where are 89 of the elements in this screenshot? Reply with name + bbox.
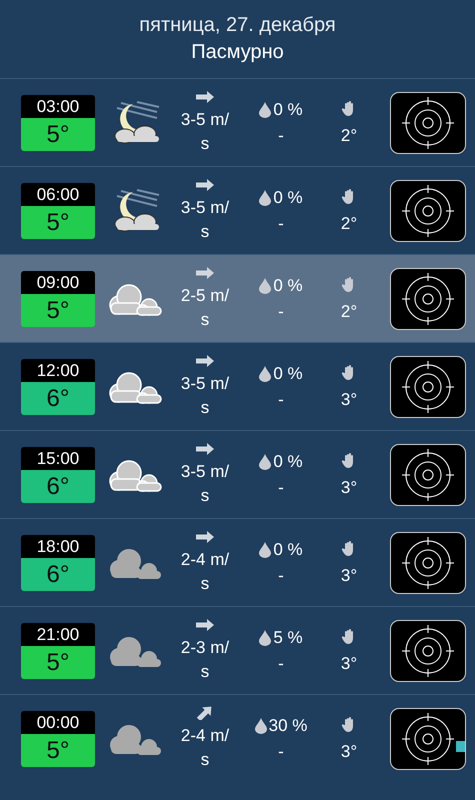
wind-arrow-icon [195,530,215,544]
forecast-row[interactable]: 15:00 6° 3-5 m/s 0 % - 3° [0,430,475,518]
drop-icon [259,366,272,382]
precipitation-amount: - [278,478,284,498]
forecast-row[interactable]: 12:00 6° 3-5 m/s 0 % - 3° [0,342,475,430]
wind-arrow-icon [195,442,215,456]
precipitation-label: 0 % [273,452,303,472]
temperature-label: 5° [21,734,95,766]
feels-like-label: 2° [340,126,358,146]
time-label: 06:00 [21,182,95,206]
drop-icon [259,190,272,206]
forecast-row[interactable]: 03:00 5° 3-5 m/s 0 % - 2° [0,78,475,166]
time-label: 18:00 [21,534,95,558]
forecast-row[interactable]: 21:00 5° 2-3 m/s 5 % - 3° [0,606,475,694]
temperature-label: 6° [21,382,95,414]
radar-button[interactable] [390,268,466,330]
time-label: 09:00 [21,270,95,294]
wind-arrow-icon [195,266,215,280]
hand-icon [342,628,356,644]
time-label: 15:00 [21,446,95,470]
temperature-label: 6° [21,470,95,502]
hand-icon [342,100,356,116]
temperature-label: 6° [21,558,95,590]
feels-like-label: 3° [340,742,358,762]
precipitation-amount: - [278,302,284,322]
hand-icon [342,188,356,204]
radar-button[interactable] [390,444,466,506]
temperature-label: 5° [21,206,95,238]
radar-button[interactable] [390,532,466,594]
temperature-label: 5° [21,646,95,678]
wind-speed-label: 2-4 m/s [180,548,230,594]
hand-icon [342,716,356,732]
hand-icon [342,364,356,380]
temperature-label: 5° [21,294,95,326]
drop-icon [259,278,272,294]
drop-icon [254,718,267,734]
wind-speed-label: 3-5 m/s [180,108,230,154]
wind-speed-label: 2-4 m/s [180,724,230,770]
feels-like-label: 3° [340,566,358,586]
time-label: 03:00 [21,94,95,118]
wind-speed-label: 2-5 m/s [180,284,230,330]
precipitation-label: 5 % [273,628,303,648]
precipitation-amount: - [278,742,284,762]
temperature-label: 5° [21,118,95,150]
precipitation-amount: - [278,654,284,674]
precipitation-label: 0 % [273,188,303,208]
wind-speed-label: 3-5 m/s [180,460,230,506]
wind-speed-label: 2-3 m/s [180,636,230,682]
precipitation-amount: - [278,566,284,586]
hand-icon [342,452,356,468]
radar-button[interactable] [390,180,466,242]
drop-icon [259,454,272,470]
feels-like-label: 2° [340,302,358,322]
feels-like-label: 3° [340,478,358,498]
date-label: пятница, 27. декабря [139,14,336,37]
wind-arrow-icon [195,354,215,368]
wind-arrow-icon [195,90,215,104]
drop-icon [259,630,272,646]
precipitation-label: 0 % [273,100,303,120]
forecast-row[interactable]: 06:00 5° 3-5 m/s 0 % - 2° [0,166,475,254]
hand-icon [342,276,356,292]
wind-speed-label: 3-5 m/s [180,372,230,418]
precipitation-label: 0 % [273,364,303,384]
precipitation-amount: - [278,390,284,410]
time-label: 12:00 [21,358,95,382]
time-label: 00:00 [21,710,95,734]
feels-like-label: 3° [340,654,358,674]
forecast-row[interactable]: 18:00 6° 2-4 m/s 0 % - 3° [0,518,475,606]
time-label: 21:00 [21,622,95,646]
feels-like-label: 3° [340,390,358,410]
wind-arrow-icon [195,618,215,632]
forecast-row[interactable]: 00:00 5° 2-4 m/s 30 % - 3° [0,694,475,782]
wind-speed-label: 3-5 m/s [180,196,230,242]
precipitation-amount: - [278,126,284,146]
hand-icon [342,540,356,556]
precipitation-label: 0 % [273,276,303,296]
wind-arrow-icon [195,178,215,192]
feels-like-label: 2° [340,214,358,234]
drop-icon [259,102,272,118]
precipitation-label: 0 % [273,540,303,560]
radar-button[interactable] [390,620,466,682]
forecast-row[interactable]: 09:00 5° 2-5 m/s 0 % - 2° [0,254,475,342]
drop-icon [259,542,272,558]
radar-button[interactable] [390,92,466,154]
condition-label: Пасмурно [191,41,284,64]
precipitation-label: 30 % [268,716,308,736]
precipitation-amount: - [278,214,284,234]
radar-button[interactable] [390,708,466,770]
radar-button[interactable] [390,356,466,418]
